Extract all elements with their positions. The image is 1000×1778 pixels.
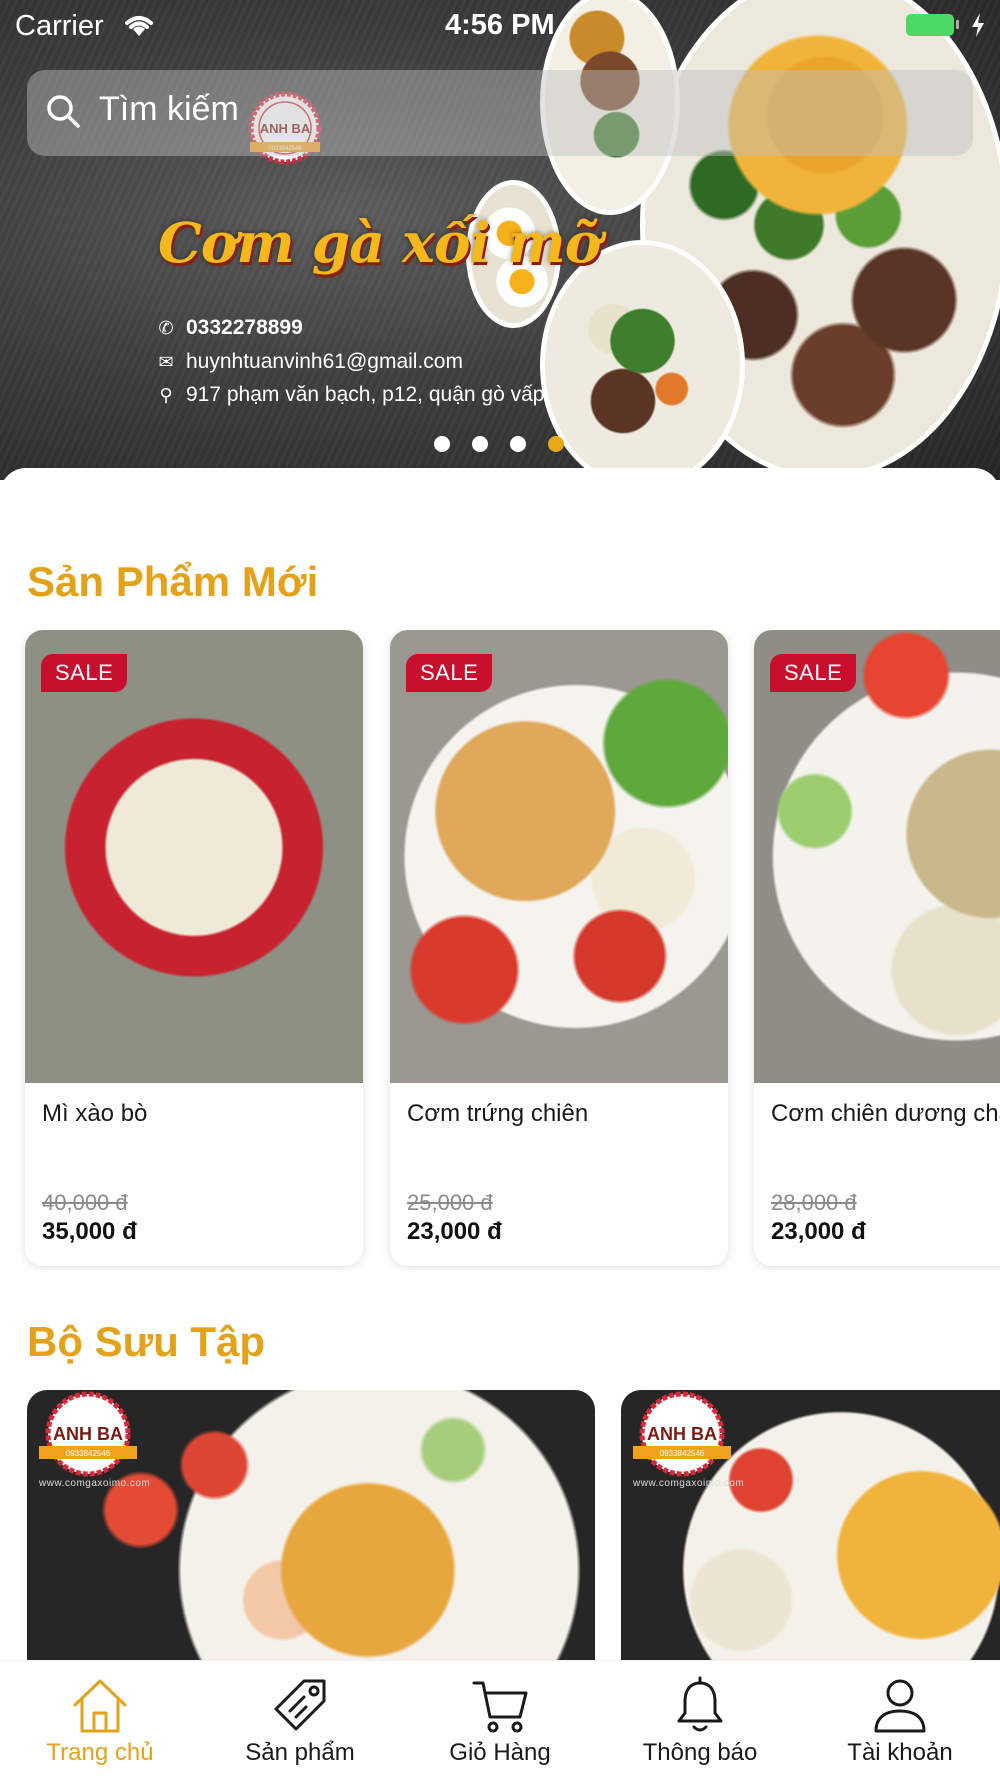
svg-text:ANH BA: ANH BA bbox=[53, 1424, 123, 1444]
banner-dish-image bbox=[540, 240, 745, 480]
brand-logo: ANH BA 0933842546 bbox=[633, 1391, 731, 1477]
svg-text:0933842546: 0933842546 bbox=[660, 1449, 705, 1458]
product-name: Mì xào bò bbox=[42, 1100, 148, 1127]
banner-address-text: 917 phạm văn bạch, p12, quận gò vấp bbox=[186, 383, 545, 406]
new-products-carousel[interactable]: SALE Mì xào bò 40,000 đ 35,000 đ SALE Cơ… bbox=[0, 630, 1000, 1270]
tab-products-label: Sản phẩm bbox=[245, 1739, 355, 1766]
sale-badge: SALE bbox=[770, 654, 857, 692]
tab-account[interactable]: Tài khoản bbox=[800, 1661, 1000, 1778]
section-title-collections: Bộ Sưu Tập bbox=[27, 1318, 266, 1365]
sale-badge: SALE bbox=[406, 654, 493, 692]
product-card[interactable]: SALE Cơm chiên dương châu 28,000 đ 23,00… bbox=[754, 630, 1000, 1266]
tab-home[interactable]: Trang chủ bbox=[0, 1661, 200, 1778]
product-old-price: 28,000 đ bbox=[771, 1190, 857, 1215]
product-price: 23,000 đ bbox=[407, 1218, 502, 1245]
tab-home-label: Trang chủ bbox=[46, 1739, 154, 1766]
product-price: 23,000 đ bbox=[771, 1218, 866, 1245]
status-bar: Carrier 4:56 PM bbox=[0, 0, 1000, 52]
svg-text:0933842546: 0933842546 bbox=[66, 1449, 111, 1458]
user-icon bbox=[874, 1679, 926, 1733]
collection-card[interactable]: ANH BA 0933842546 www.comgaxoimo.com bbox=[27, 1390, 595, 1690]
tab-notifications[interactable]: Thông báo bbox=[600, 1661, 800, 1778]
sale-badge: SALE bbox=[41, 654, 128, 692]
carousel-indicator bbox=[434, 436, 564, 452]
section-title-new-products: Sản Phẩm Mới bbox=[27, 558, 319, 605]
banner-phone: ✆ 0332278899 bbox=[158, 316, 303, 340]
home-icon bbox=[73, 1679, 127, 1733]
mail-icon: ✉ bbox=[158, 351, 174, 372]
banner-phone-text: 0332278899 bbox=[186, 316, 303, 339]
product-image[interactable] bbox=[754, 630, 1000, 1083]
product-image[interactable] bbox=[25, 630, 363, 1083]
battery-cap bbox=[956, 20, 959, 29]
banner-email-text: huynhtuanvinh61@gmail.com bbox=[186, 350, 463, 373]
brand-logo: ANH BA 0933842546 bbox=[39, 1391, 137, 1477]
product-card[interactable]: SALE Cơm trứng chiên 25,000 đ 23,000 đ bbox=[390, 630, 728, 1266]
carousel-dot-active[interactable] bbox=[548, 436, 564, 452]
tab-account-label: Tài khoản bbox=[847, 1739, 953, 1766]
product-image[interactable] bbox=[390, 630, 728, 1083]
svg-text:ANH BA: ANH BA bbox=[647, 1424, 717, 1444]
search-placeholder: Tìm kiếm bbox=[99, 90, 239, 128]
product-price: 35,000 đ bbox=[42, 1218, 137, 1245]
product-name: Cơm trứng chiên bbox=[407, 1100, 589, 1127]
tab-notifications-label: Thông báo bbox=[642, 1739, 758, 1766]
banner-email: ✉ huynhtuanvinh61@gmail.com bbox=[158, 350, 463, 374]
tab-cart-label: Giỏ Hàng bbox=[449, 1739, 551, 1766]
collection-url: www.comgaxoimo.com bbox=[39, 1478, 151, 1489]
search-input[interactable]: Tìm kiếm bbox=[27, 70, 973, 156]
collection-url: www.comgaxoimo.com bbox=[633, 1478, 745, 1489]
charging-icon bbox=[972, 13, 984, 37]
tab-products[interactable]: Sản phẩm bbox=[200, 1661, 400, 1778]
carousel-dot[interactable] bbox=[434, 436, 450, 452]
product-name: Cơm chiên dương châu bbox=[771, 1100, 1000, 1127]
status-time: 4:56 PM bbox=[445, 9, 555, 41]
wifi-icon bbox=[125, 16, 153, 36]
carousel-dot[interactable] bbox=[510, 436, 526, 452]
product-card[interactable]: SALE Mì xào bò 40,000 đ 35,000 đ bbox=[25, 630, 363, 1266]
banner-title: Cơm gà xối mỡ bbox=[158, 210, 601, 275]
bell-icon bbox=[677, 1676, 723, 1732]
tab-cart[interactable]: Giỏ Hàng bbox=[400, 1661, 600, 1778]
product-old-price: 25,000 đ bbox=[407, 1190, 493, 1215]
cart-icon bbox=[472, 1681, 528, 1733]
main-content[interactable]: Sản Phẩm Mới SALE Mì xào bò 40,000 đ 35,… bbox=[0, 468, 1000, 1778]
banner-address: ⚲ 917 phạm văn bạch, p12, quận gò vấp bbox=[158, 383, 544, 407]
carrier-label: Carrier bbox=[15, 10, 104, 42]
carousel-dot[interactable] bbox=[472, 436, 488, 452]
location-pin-icon: ⚲ bbox=[159, 384, 173, 405]
product-old-price: 40,000 đ bbox=[42, 1190, 128, 1215]
collection-card[interactable]: ANH BA 0933842546 www.comgaxoimo.com bbox=[621, 1390, 1000, 1690]
phone-icon: ✆ bbox=[158, 317, 174, 338]
search-icon bbox=[47, 95, 80, 128]
tag-icon bbox=[274, 1679, 326, 1731]
battery-icon bbox=[906, 14, 954, 36]
bottom-tab-bar: Trang chủ Sản phẩm Giỏ Hàng Thông báo Tà… bbox=[0, 1660, 1000, 1778]
